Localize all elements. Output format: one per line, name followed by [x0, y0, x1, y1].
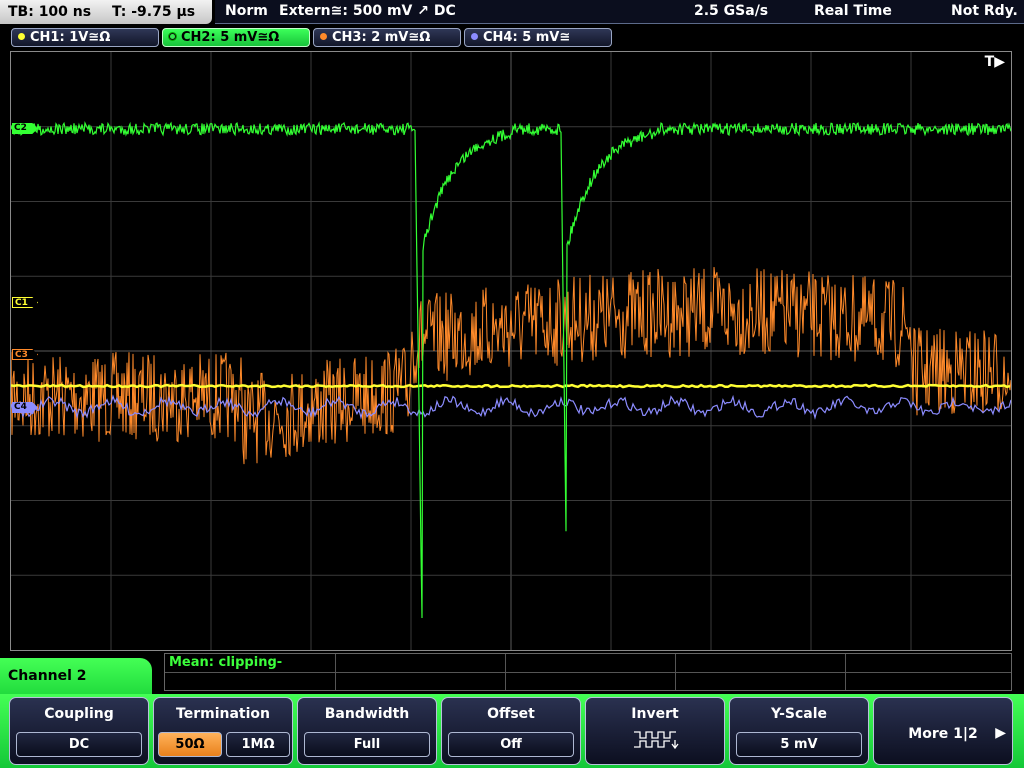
- termination-label: Termination: [176, 706, 270, 722]
- channel-tabs: CH1: 1V≅Ω CH2: 5 mV≅Ω CH3: 2 mV≅Ω CH4: 5…: [0, 26, 1024, 48]
- yscale-softkey[interactable]: Y-Scale 5 mV: [729, 697, 869, 765]
- trigger-position-marker[interactable]: T▶: [985, 54, 1005, 70]
- trigger-readout[interactable]: Norm Extern≅: 500 mV ↗ DC 2.5 GSa/s Real…: [215, 0, 1024, 24]
- coupling-softkey[interactable]: Coupling DC: [9, 697, 149, 765]
- invert-softkey[interactable]: Invert: [585, 697, 725, 765]
- measurement-divider: [505, 654, 506, 690]
- bandwidth-value[interactable]: Full: [304, 732, 430, 757]
- channel-tab-ch2[interactable]: CH2: 5 mV≅Ω: [162, 28, 310, 47]
- channel-tab-ch1[interactable]: CH1: 1V≅Ω: [11, 28, 159, 47]
- more-softkey[interactable]: More 1|2 ▶: [873, 697, 1013, 765]
- play-arrow-icon: ▶: [995, 725, 1006, 741]
- invert-waveform-icon: [634, 731, 679, 750]
- waveform-canvas: [11, 52, 1011, 650]
- trigger-time-value: T: -9.75 µs: [111, 4, 196, 20]
- coupling-label: Coupling: [44, 706, 114, 722]
- status-bar: TB: 100 ns T: -9.75 µs Norm Extern≅: 500…: [0, 0, 1024, 24]
- termination-softkey[interactable]: Termination 50Ω 1MΩ: [153, 697, 293, 765]
- channel-tab-ch4[interactable]: CH4: 5 mV≅: [464, 28, 612, 47]
- measurement-result: Mean: clipping-: [169, 655, 283, 670]
- measurement-divider: [335, 654, 336, 690]
- ch4-label: CH4: 5 mV≅: [483, 30, 571, 45]
- graticule-grid: [11, 52, 1011, 650]
- waveform-display[interactable]: C2 C1 C3 C4 T▶: [10, 51, 1012, 651]
- run-state: Not Rdy.: [951, 3, 1018, 19]
- measurement-divider: [845, 654, 846, 690]
- trigger-source: Extern≅: 500 mV ↗ DC: [279, 3, 456, 19]
- sample-rate: 2.5 GSa/s: [694, 3, 769, 19]
- offset-label: Offset: [487, 706, 535, 722]
- termination-option-1mohm[interactable]: 1MΩ: [226, 732, 290, 757]
- yscale-label: Y-Scale: [770, 706, 827, 722]
- yscale-value[interactable]: 5 mV: [736, 732, 862, 757]
- offset-softkey[interactable]: Offset Off: [441, 697, 581, 765]
- acquisition-mode: Real Time: [814, 3, 892, 19]
- bandwidth-softkey[interactable]: Bandwidth Full: [297, 697, 437, 765]
- ch2-label: CH2: 5 mV≅Ω: [181, 30, 280, 45]
- channel-tab-ch3[interactable]: CH3: 2 mV≅Ω: [313, 28, 461, 47]
- ch2-dot-icon: [169, 33, 176, 40]
- offset-value[interactable]: Off: [448, 732, 574, 757]
- bandwidth-label: Bandwidth: [324, 706, 410, 722]
- invert-label: Invert: [631, 706, 679, 722]
- ch1-dot-icon: [18, 33, 25, 40]
- timebase-value: TB: 100 ns: [8, 4, 92, 20]
- ch1-label: CH1: 1V≅Ω: [30, 30, 111, 45]
- termination-option-50ohm[interactable]: 50Ω: [158, 732, 222, 757]
- more-label: More 1|2: [908, 726, 978, 742]
- coupling-value[interactable]: DC: [16, 732, 142, 757]
- timebase-readout[interactable]: TB: 100 ns T: -9.75 µs: [0, 0, 212, 24]
- trigger-mode: Norm: [225, 3, 268, 19]
- softkey-bar: Coupling DC Termination 50Ω 1MΩ Bandwidt…: [0, 694, 1024, 768]
- measurement-strip: Mean: clipping-: [164, 653, 1012, 691]
- ch3-label: CH3: 2 mV≅Ω: [332, 30, 431, 45]
- measurement-row: [165, 654, 1011, 673]
- measurement-divider: [675, 654, 676, 690]
- ch4-dot-icon: [471, 33, 478, 40]
- ch3-dot-icon: [320, 33, 327, 40]
